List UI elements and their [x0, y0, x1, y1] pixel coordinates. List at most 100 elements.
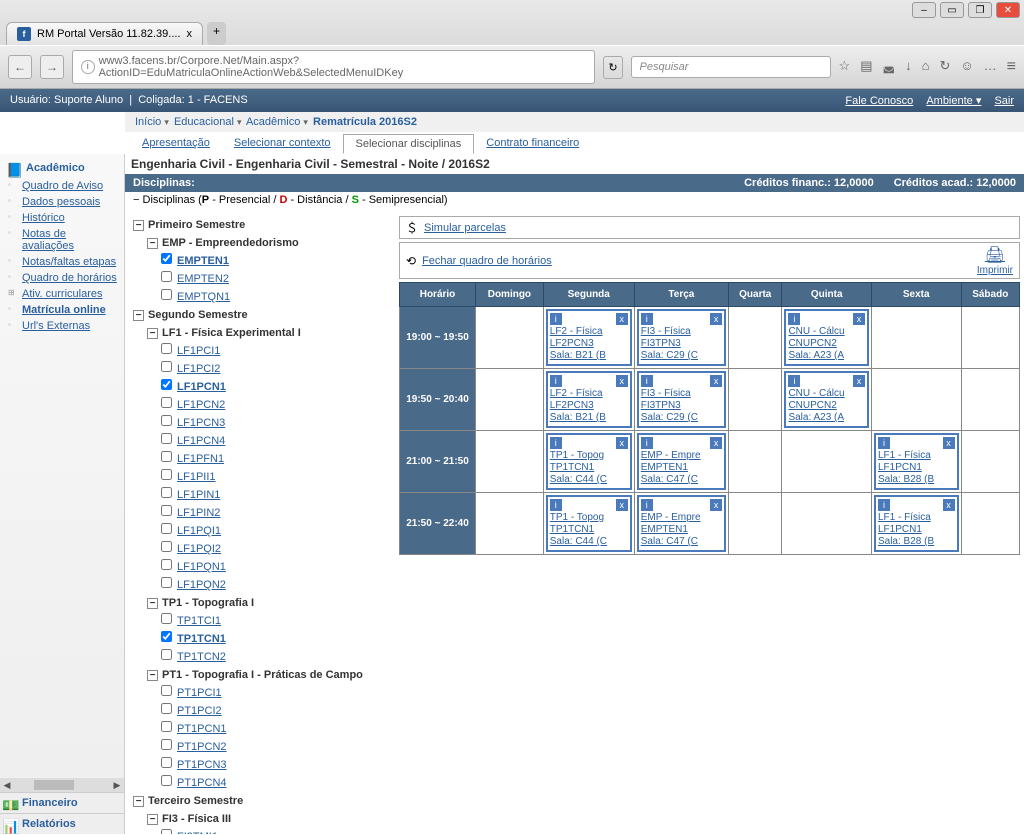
restore-button[interactable]: ❐	[968, 2, 992, 18]
disc-lf1pqi2[interactable]: LF1PQI2	[161, 540, 391, 558]
search-input[interactable]: Pesquisar	[631, 56, 831, 78]
remove-icon[interactable]: x	[853, 313, 865, 325]
tree-sem1[interactable]: −Primeiro Semestre	[133, 216, 391, 234]
disc-pt1pci2[interactable]: PT1PCI2	[161, 702, 391, 720]
bc-academico[interactable]: Acadêmico ▾	[246, 116, 308, 128]
remove-icon[interactable]: x	[710, 375, 722, 387]
more-icon[interactable]: …	[984, 58, 997, 76]
disc-lf1pfn1[interactable]: LF1PFN1	[161, 450, 391, 468]
info-icon[interactable]: i	[641, 313, 653, 325]
window-close-button[interactable]: ✕	[996, 2, 1020, 18]
disc-empten2[interactable]: EMPTEN2	[161, 270, 391, 288]
sidebar-item-ativ-curriculares[interactable]: ⊞Ativ. curriculares	[4, 286, 120, 302]
disc-lf1pcn4[interactable]: LF1PCN4	[161, 432, 391, 450]
fechar-quadro-link[interactable]: Fechar quadro de horários	[422, 255, 552, 267]
sync-icon[interactable]: ↻	[939, 58, 950, 76]
info-icon[interactable]: i	[878, 499, 890, 511]
disc-lf1pin2[interactable]: LF1PIN2	[161, 504, 391, 522]
disc-lf1pci1[interactable]: LF1PCI1	[161, 342, 391, 360]
back-button[interactable]: ←	[8, 55, 32, 79]
sidebar-relatorios-title[interactable]: 📊Relatórios	[0, 813, 124, 834]
pocket-icon[interactable]: ▤	[860, 58, 872, 76]
disc-lf1pqn2[interactable]: LF1PQN2	[161, 576, 391, 594]
disc-pt1pcn4[interactable]: PT1PCN4	[161, 774, 391, 792]
tab-selecionar-disciplinas[interactable]: Selecionar disciplinas	[343, 134, 475, 154]
cell-sex-3[interactable]: ixLF1 - FísicaLF1PCN1Sala: B28 (B	[874, 433, 959, 490]
disc-empten1[interactable]: EMPTEN1	[161, 252, 391, 270]
tree-sem2[interactable]: −Segundo Semestre	[133, 306, 391, 324]
browser-tab[interactable]: f RM Portal Versão 11.82.39.... x	[6, 22, 203, 45]
sidebar-item-notas-avaliacoes[interactable]: ◦Notas de avaliações	[4, 226, 120, 254]
remove-icon[interactable]: x	[616, 313, 628, 325]
imprimir-link[interactable]: 🖨 Imprimir	[977, 245, 1013, 276]
info-icon[interactable]: i	[550, 375, 562, 387]
sidebar-financeiro-title[interactable]: 💵Financeiro	[0, 792, 124, 813]
minimize-button[interactable]: –	[912, 2, 936, 18]
remove-icon[interactable]: x	[616, 437, 628, 449]
sidebar-item-matricula-online[interactable]: ◦Matrícula online	[4, 302, 120, 318]
disc-tp1tcn2[interactable]: TP1TCN2	[161, 648, 391, 666]
info-icon[interactable]: i	[878, 437, 890, 449]
disc-emptqn1[interactable]: EMPTQN1	[161, 288, 391, 306]
disc-pt1pcn2[interactable]: PT1PCN2	[161, 738, 391, 756]
disc-pt1pcn1[interactable]: PT1PCN1	[161, 720, 391, 738]
disc-lf1pcn3[interactable]: LF1PCN3	[161, 414, 391, 432]
sidebar-item-dados-pessoais[interactable]: ◦Dados pessoais	[4, 194, 120, 210]
account-icon[interactable]: ☺	[960, 58, 973, 76]
collapse-icon[interactable]: −	[133, 194, 139, 206]
simular-parcelas-link[interactable]: Simular parcelas	[424, 222, 506, 234]
home-icon[interactable]: ⌂	[922, 58, 930, 76]
tab-contrato-financeiro[interactable]: Contrato financeiro	[474, 134, 591, 154]
cell-sex-4[interactable]: ixLF1 - FísicaLF1PCN1Sala: B28 (B	[874, 495, 959, 552]
remove-icon[interactable]: x	[710, 437, 722, 449]
cell-seg-1[interactable]: ixLF2 - FísicaLF2PCN3Sala: B21 (B	[546, 309, 632, 366]
remove-icon[interactable]: x	[710, 499, 722, 511]
tree-pt1[interactable]: −PT1 - Topografia I - Práticas de Campo	[147, 666, 391, 684]
sidebar-item-urls-externas[interactable]: ◦Url's Externas	[4, 318, 120, 334]
remove-icon[interactable]: x	[710, 313, 722, 325]
forward-button[interactable]: →	[40, 55, 64, 79]
cell-qui-2[interactable]: ixCNU - CálcuCNUPCN2Sala: A23 (A	[784, 371, 869, 428]
disc-fi3tmi1[interactable]: FI3TMI1	[161, 828, 391, 834]
info-icon[interactable]: i	[788, 375, 800, 387]
shield-icon[interactable]: ◛	[882, 58, 895, 76]
info-icon[interactable]: i	[550, 499, 562, 511]
info-icon[interactable]: i	[641, 499, 653, 511]
remove-icon[interactable]: x	[616, 499, 628, 511]
bookmark-icon[interactable]: ☆	[839, 58, 851, 76]
fale-conosco-link[interactable]: Fale Conosco	[845, 95, 913, 107]
bc-educacional[interactable]: Educacional ▾	[174, 116, 242, 128]
disc-lf1pcn1[interactable]: LF1PCN1	[161, 378, 391, 396]
remove-icon[interactable]: x	[943, 499, 955, 511]
tab-selecionar-contexto[interactable]: Selecionar contexto	[222, 134, 343, 154]
sidebar-item-notas-faltas[interactable]: ◦Notas/faltas etapas	[4, 254, 120, 270]
cell-ter-2[interactable]: ixFI3 - FísicaFI3TPN3Sala: C29 (C	[637, 371, 726, 428]
new-tab-button[interactable]: +	[207, 22, 226, 45]
ambiente-link[interactable]: Ambiente ▾	[926, 95, 981, 107]
sidebar-item-quadro-aviso[interactable]: ◦Quadro de Aviso	[4, 178, 120, 194]
cell-seg-4[interactable]: ixTP1 - TopogTP1TCN1Sala: C44 (C	[546, 495, 632, 552]
disc-tp1tcn1[interactable]: TP1TCN1	[161, 630, 391, 648]
cell-qui-1[interactable]: ixCNU - CálcuCNUPCN2Sala: A23 (A	[784, 309, 869, 366]
cell-seg-3[interactable]: ixTP1 - TopogTP1TCN1Sala: C44 (C	[546, 433, 632, 490]
sidebar-item-historico[interactable]: ◦Histórico	[4, 210, 120, 226]
info-icon[interactable]: i	[550, 437, 562, 449]
bc-inicio[interactable]: Início ▾	[135, 116, 169, 128]
download-icon[interactable]: ↓	[905, 58, 912, 76]
disc-pt1pci1[interactable]: PT1PCI1	[161, 684, 391, 702]
disc-lf1pii1[interactable]: LF1PII1	[161, 468, 391, 486]
tree-emp[interactable]: −EMP - Empreendedorismo	[147, 234, 391, 252]
info-icon[interactable]: i	[788, 313, 800, 325]
info-icon[interactable]: i	[550, 313, 562, 325]
sidebar-scrollbar[interactable]: ◀▶	[0, 778, 124, 792]
cell-ter-4[interactable]: ixEMP - EmpreEMPTEN1Sala: C47 (C	[637, 495, 726, 552]
disc-lf1pqi1[interactable]: LF1PQI1	[161, 522, 391, 540]
disc-lf1pcn2[interactable]: LF1PCN2	[161, 396, 391, 414]
disc-pt1pcn3[interactable]: PT1PCN3	[161, 756, 391, 774]
maximize-button[interactable]: ▭	[940, 2, 964, 18]
tree-sem3[interactable]: −Terceiro Semestre	[133, 792, 391, 810]
tree-tp1[interactable]: −TP1 - Topografia I	[147, 594, 391, 612]
tab-close-icon[interactable]: x	[186, 28, 192, 40]
disc-lf1pqn1[interactable]: LF1PQN1	[161, 558, 391, 576]
disc-tp1tci1[interactable]: TP1TCI1	[161, 612, 391, 630]
